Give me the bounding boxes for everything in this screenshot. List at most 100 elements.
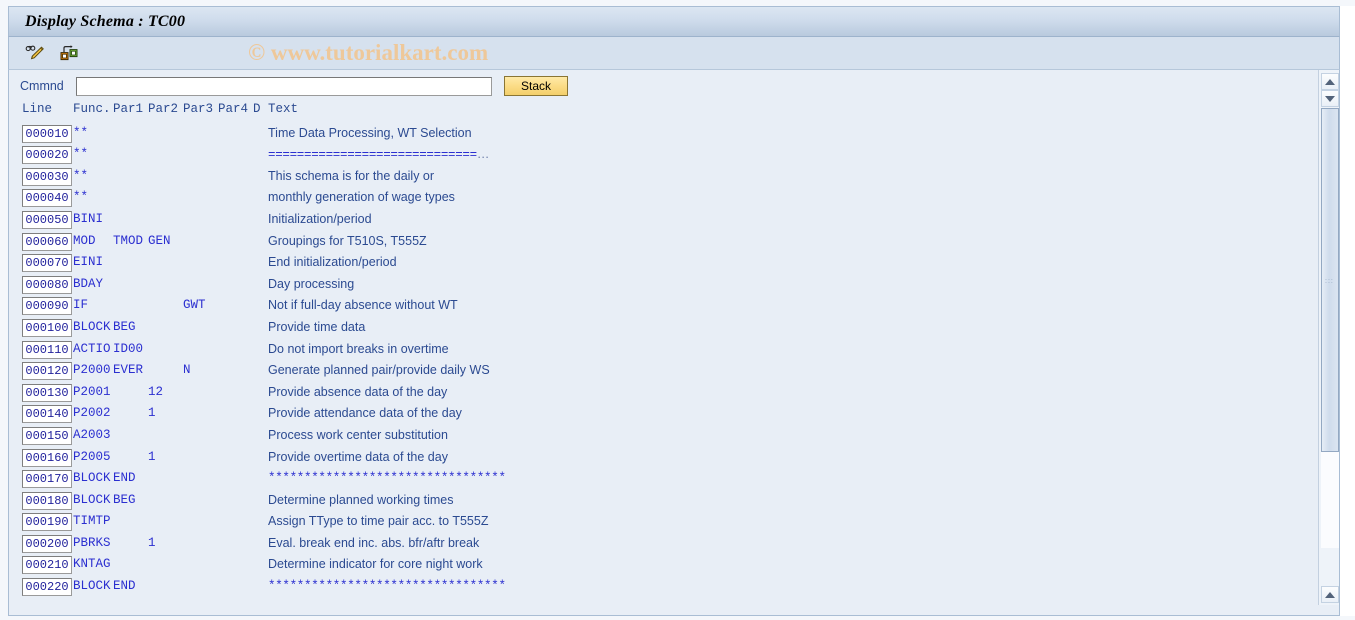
pencil-glasses-svg <box>25 45 44 60</box>
cell-line[interactable]: 000060 <box>22 232 72 251</box>
text-truncation-ellipsis: … <box>476 147 490 162</box>
cell-text: Process work center substitution <box>268 427 448 442</box>
cell-text: Not if full-day absence without WT <box>268 298 458 313</box>
cell-line[interactable]: 000050 <box>22 210 72 229</box>
cell-text: Groupings for T510S, T555Z <box>268 233 427 248</box>
cell-line[interactable]: 000190 <box>22 513 72 532</box>
stack-button[interactable]: Stack <box>504 76 568 96</box>
column-header-d: D <box>253 102 261 116</box>
table-row[interactable]: 000200 PBRKS 1 Eval. break end inc. abs. bf… <box>9 534 1318 556</box>
vertical-scrollbar[interactable]: ::: <box>1318 70 1340 605</box>
cell-line[interactable]: 000030 <box>22 167 72 186</box>
table-row[interactable]: 000010 ** Time Data Processing, WT Selecti… <box>9 124 1318 146</box>
column-header-func: Func. <box>73 102 111 116</box>
table-row[interactable]: 000020 ** =============================… <box>9 145 1318 167</box>
cell-par1: END <box>113 579 136 594</box>
cell-par1: END <box>113 471 136 486</box>
cell-line[interactable]: 000100 <box>22 318 72 337</box>
cell-func: MOD <box>73 233 96 248</box>
hierarchy-icon[interactable] <box>57 42 81 64</box>
cell-line[interactable]: 000170 <box>22 470 72 489</box>
table-row[interactable]: 000100 BLOCK BEG Provide time data <box>9 318 1318 340</box>
cell-func: TIMTP <box>73 514 111 529</box>
cell-line[interactable]: 000160 <box>22 448 72 467</box>
cell-func: BDAY <box>73 276 104 291</box>
cell-func: PBRKS <box>73 535 111 550</box>
scroll-bottom-arrow[interactable] <box>1321 586 1339 603</box>
scrollbar-grip-icon: ::: <box>1325 278 1334 285</box>
cell-text: ********************************* <box>268 579 506 594</box>
cell-par3: GWT <box>183 298 206 313</box>
cell-line[interactable]: 000010 <box>22 124 72 143</box>
cell-line[interactable]: 000210 <box>22 556 72 575</box>
table-row[interactable]: 000170 BLOCK END **************************… <box>9 469 1318 491</box>
status-strip <box>8 605 1340 616</box>
table-row[interactable]: 000220 BLOCK END **************************… <box>9 577 1318 599</box>
cell-func: A2003 <box>73 427 111 442</box>
table-row[interactable]: 000030 ** This schema is for the daily or <box>9 167 1318 189</box>
cell-par1: BEG <box>113 319 136 334</box>
cell-line[interactable]: 000080 <box>22 275 72 294</box>
cell-func: P2005 <box>73 449 111 464</box>
cell-line[interactable]: 000070 <box>22 254 72 273</box>
table-row[interactable]: 000190 TIMTP Assign TType to time pair acc… <box>9 512 1318 534</box>
cell-func: ** <box>73 147 89 162</box>
cell-func: BLOCK <box>73 319 111 334</box>
cell-func: BINI <box>73 211 104 226</box>
command-label: Cmmnd <box>20 79 64 93</box>
table-row[interactable]: 000130 P2001 12 Provide absence data of the… <box>9 383 1318 405</box>
table-row[interactable]: 000050 BINI Initialization/period <box>9 210 1318 232</box>
cell-line[interactable]: 000200 <box>22 534 72 553</box>
table-header-row: Line Func. Par1 Par2 Par3 Par4 D Text <box>9 102 1318 124</box>
table-row[interactable]: 000080 BDAY Day processing <box>9 275 1318 297</box>
cell-text: Provide attendance data of the day <box>268 406 462 421</box>
schema-table: Line Func. Par1 Par2 Par3 Par4 D Text 00… <box>8 102 1318 605</box>
cell-par2: 1 <box>148 535 156 550</box>
cell-func: ** <box>73 125 89 140</box>
table-row[interactable]: 000140 P2002 1 Provide attendance data of t… <box>9 404 1318 426</box>
cell-line[interactable]: 000130 <box>22 383 72 402</box>
table-row[interactable]: 000150 A2003 Process work center substitut… <box>9 426 1318 448</box>
command-input[interactable] <box>76 76 492 96</box>
cell-text: This schema is for the daily or <box>268 168 435 183</box>
cell-text: =============================… <box>268 147 490 163</box>
cell-text: Provide absence data of the day <box>268 384 448 399</box>
cell-line[interactable]: 000090 <box>22 297 72 316</box>
table-row[interactable]: 000070 EINI End initialization/period <box>9 253 1318 275</box>
cell-line[interactable]: 000040 <box>22 189 72 208</box>
cell-func: ** <box>73 190 89 205</box>
table-row[interactable]: 000160 P2005 1 Provide overtime data of the… <box>9 448 1318 470</box>
cell-text: Time Data Processing, WT Selection <box>268 125 472 140</box>
table-row[interactable]: 000110 ACTIO ID00 Do not import breaks in o… <box>9 340 1318 362</box>
cell-line[interactable]: 000180 <box>22 491 72 510</box>
table-row[interactable]: 000060 MOD TMOD GEN Groupings for T510S, T55… <box>9 232 1318 254</box>
cell-text: Initialization/period <box>268 211 372 226</box>
scroll-up-arrow[interactable] <box>1321 73 1339 90</box>
table-row[interactable]: 000090 IF GWT Not if full-day absence witho… <box>9 296 1318 318</box>
table-row[interactable]: 000120 P2000 EVER N Generate planned pair/pr… <box>9 361 1318 383</box>
triangle-up-bottom-icon <box>1325 591 1335 598</box>
table-row[interactable]: 000210 KNTAG Determine indicator for core … <box>9 555 1318 577</box>
cell-par1: BEG <box>113 492 136 507</box>
window-title-bar: Display Schema : TC00 <box>8 6 1340 37</box>
cell-par2: 12 <box>148 384 164 399</box>
application-toolbar <box>8 37 1340 70</box>
table-row[interactable]: 000040 ** monthly generation of wage types <box>9 188 1318 210</box>
cell-func: KNTAG <box>73 557 111 572</box>
cell-line[interactable]: 000150 <box>22 426 72 445</box>
scrollbar-thumb[interactable]: ::: <box>1321 108 1339 452</box>
cell-line[interactable]: 000220 <box>22 578 72 597</box>
cell-line[interactable]: 000020 <box>22 146 72 165</box>
cell-line[interactable]: 000140 <box>22 405 72 424</box>
cell-func: BLOCK <box>73 492 111 507</box>
cell-line[interactable]: 000110 <box>22 340 72 359</box>
table-row[interactable]: 000180 BLOCK BEG Determine planned working … <box>9 491 1318 513</box>
cell-text: Provide overtime data of the day <box>268 449 448 464</box>
table-body: 000010 ** Time Data Processing, WT Selecti… <box>9 124 1318 599</box>
cell-func: ACTIO <box>73 341 111 356</box>
display-change-icon[interactable] <box>23 42 47 64</box>
cell-par3: N <box>183 363 191 378</box>
cell-line[interactable]: 000120 <box>22 362 72 381</box>
scroll-down-arrow[interactable] <box>1321 90 1339 107</box>
sap-gui-window: Display Schema : TC00 © www.tutorialkart… <box>0 0 1355 620</box>
